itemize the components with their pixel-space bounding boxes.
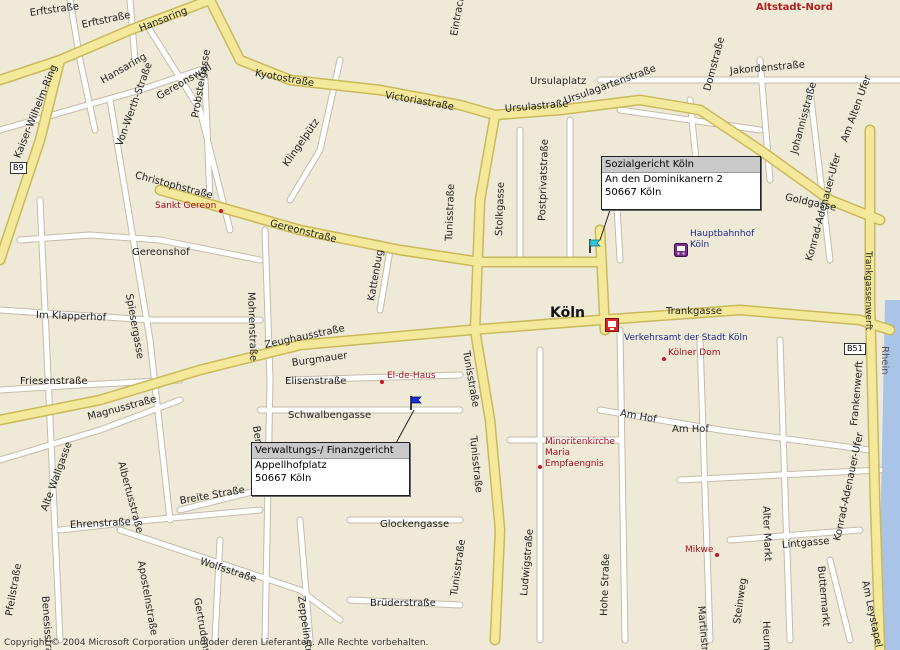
poi-mikwe[interactable]: Mikwe	[685, 545, 713, 556]
callout-title: Sozialgericht Köln	[602, 157, 760, 173]
callout-postcode: 50667 Köln	[255, 473, 312, 484]
street-label: Mohrenstraße	[245, 291, 259, 362]
river-label: Rhein	[879, 346, 890, 375]
street-label: Hohe Straße	[599, 553, 613, 617]
district-label: Altstadt-Nord	[756, 2, 833, 13]
poi-sankt-gereon[interactable]: Sankt Gereon	[155, 201, 216, 212]
route-shield-b9: B9	[10, 162, 27, 174]
callout-spacer	[252, 485, 409, 495]
street-label: Trankgassenwerft	[863, 251, 873, 331]
poi-el-de-haus[interactable]: El-de-Haus	[387, 371, 436, 382]
map-canvas[interactable]: Altstadt-Nord Köln Rhein B9 B51 Erftstra…	[0, 0, 900, 650]
street-label: Heumarkt	[760, 620, 773, 650]
train-station-icon[interactable]	[674, 243, 688, 257]
street-label: Elisenstraße	[285, 376, 347, 387]
street-label: Schwalbengasse	[288, 410, 372, 421]
street-label: Im Klapperhof	[35, 310, 107, 324]
poi-hauptbahnhof[interactable]: Hauptbahnhof Köln	[690, 229, 754, 251]
flag-icon[interactable]	[588, 238, 602, 253]
callout-finanzgericht[interactable]: Verwaltungs-/ Finanzgericht Appellhofpla…	[251, 442, 410, 496]
street-label: Ursulaplatz	[530, 76, 587, 87]
callout-address: Appellhofplatz	[255, 460, 327, 471]
callout-sozialgericht[interactable]: Sozialgericht Köln An den Dominikanern 2…	[601, 156, 761, 210]
street-label: Friesenstraße	[20, 376, 88, 387]
copyright-notice: Copyright © 2004 Microsoft Corporation u…	[4, 638, 429, 648]
poi-marker-sankt-gereon[interactable]	[219, 209, 223, 213]
tourist-info-icon[interactable]	[605, 318, 619, 332]
street-label: Tunisstraße	[444, 183, 457, 242]
street-label: Trankgasse	[666, 306, 723, 317]
street-label: Brüderstraße	[370, 598, 436, 609]
flag-icon[interactable]	[409, 395, 423, 410]
callout-postcode: 50667 Köln	[605, 187, 662, 198]
city-label: Köln	[550, 305, 585, 321]
street-label: Am Hof	[672, 424, 709, 435]
callout-address: An den Dominikanern 2	[605, 174, 723, 185]
poi-marker-mikwe[interactable]	[715, 553, 719, 557]
route-shield-b51: B51	[844, 343, 866, 355]
street-label: Stolkgasse	[494, 181, 507, 237]
poi-marker-el-de-haus[interactable]	[380, 380, 384, 384]
poi-verkehrsamt[interactable]: Verkehrsamt der Stadt Köln	[624, 333, 748, 344]
poi-marker-minoritenkirche[interactable]	[538, 465, 542, 469]
finanzgericht-pointer	[394, 409, 415, 446]
callout-title: Verwaltungs-/ Finanzgericht	[252, 443, 409, 459]
street-label: Gereonshof	[132, 247, 190, 258]
street-label: Alter Markt	[760, 505, 773, 562]
poi-koelner-dom[interactable]: Kölner Dom	[668, 348, 720, 359]
poi-minoritenkirche[interactable]: Minoritenkirche Maria Empfaengnis	[545, 437, 615, 470]
callout-spacer	[602, 199, 760, 209]
street-label: Glockengasse	[380, 519, 450, 530]
poi-marker-koelner-dom[interactable]	[662, 357, 666, 361]
